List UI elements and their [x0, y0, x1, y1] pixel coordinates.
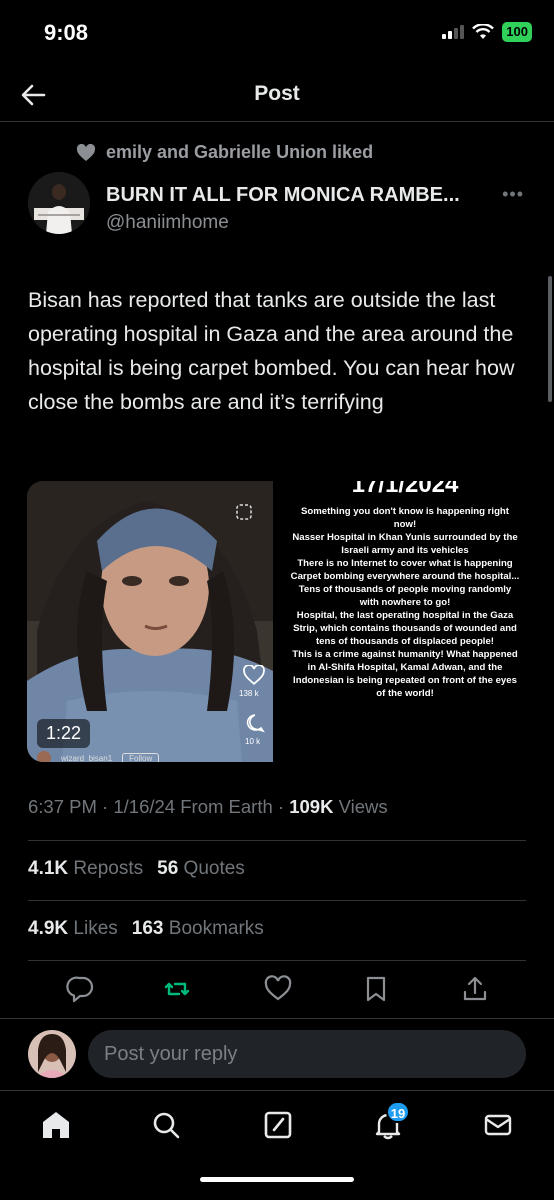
notifications-tab[interactable]: 19	[372, 1101, 410, 1141]
video-username-row: wizard_bisan1 Follow	[37, 751, 160, 763]
video-creator-avatar	[37, 751, 51, 762]
media-text-image: 17/1/2024 Something you don't know is ha…	[283, 481, 527, 762]
video-username: wizard_bisan1	[61, 753, 113, 763]
quotes-label: Quotes	[183, 858, 245, 879]
video-follow: Follow	[122, 752, 160, 762]
like-icon[interactable]	[263, 974, 293, 1004]
views-count: 109K	[289, 796, 334, 817]
page-title: Post	[254, 82, 300, 105]
notifications-badge: 19	[386, 1101, 410, 1123]
bookmarks-count: 163	[131, 918, 164, 939]
overlay-text-block: Something you don't know is happening ri…	[283, 505, 527, 700]
search-icon[interactable]	[150, 1109, 182, 1141]
likes-stat[interactable]: 4.9K Likes	[28, 918, 118, 940]
compose-icon[interactable]	[262, 1109, 294, 1141]
heart-icon	[76, 143, 96, 161]
social-context-text: emily and Gabrielle Union liked	[106, 142, 374, 162]
overlay-line: There is no Internet to cover what is ha…	[297, 558, 513, 569]
bookmarks-stat[interactable]: 163 Bookmarks	[132, 918, 264, 940]
divider	[28, 900, 526, 901]
overlay-line: Nasser Hospital in Khan Yunis surrounded…	[292, 532, 518, 556]
messages-icon[interactable]	[482, 1109, 514, 1141]
likes-label: Likes	[73, 918, 118, 939]
overlay-line: Hospital, the last operating hospital in…	[293, 610, 517, 647]
tweet-meta: 6:37 PM · 1/16/24 From Earth · 109K View…	[28, 796, 388, 817]
battery-indicator: 100	[502, 22, 532, 42]
overlay-date: 17/1/2024	[351, 481, 459, 498]
video-comment-count: 10 k	[245, 737, 261, 746]
cellular-signal-icon	[442, 25, 465, 39]
status-indicators: 100	[442, 22, 532, 42]
like-stats: 4.9K Likes 163 Bookmarks	[28, 918, 264, 940]
action-bar	[28, 970, 526, 1010]
tiktok-watermark-icon	[236, 504, 252, 520]
bottom-nav: 19	[0, 1090, 554, 1200]
divider	[28, 960, 526, 961]
reposts-label: Reposts	[73, 858, 144, 879]
repost-icon[interactable]	[162, 974, 192, 1004]
tweet-source: From Earth	[180, 796, 273, 817]
wifi-icon	[472, 24, 495, 39]
status-time: 9:08	[44, 20, 89, 45]
user-avatar[interactable]	[28, 1030, 76, 1078]
likes-count: 4.9K	[28, 918, 69, 939]
reply-composer	[0, 1018, 554, 1090]
scrollbar[interactable]	[548, 276, 552, 402]
overlay-line: This is a crime against humanity! What h…	[292, 649, 518, 699]
home-icon[interactable]	[40, 1109, 72, 1141]
video-like-icon	[243, 665, 265, 685]
video-comment-icon	[246, 714, 265, 733]
tweet-text: Bisan has reported that tanks are outsid…	[28, 288, 515, 414]
video-thumbnail[interactable]: 138 k 10 k 1:22 wizard_bisan1 Follow	[27, 481, 273, 762]
reposts-count: 4.1K	[28, 858, 69, 879]
tweet-time: 6:37 PM	[28, 796, 97, 817]
reply-input[interactable]	[88, 1030, 526, 1078]
bookmark-icon[interactable]	[361, 974, 391, 1004]
home-indicator	[200, 1177, 354, 1182]
author-handle[interactable]: @haniimhome	[106, 212, 229, 234]
overlay-line: Carpet bombing everywhere around the hos…	[290, 571, 520, 608]
status-bar: 9:08 100	[0, 0, 554, 66]
reply-icon[interactable]	[66, 974, 96, 1004]
views-label: Views	[338, 796, 388, 817]
author-avatar[interactable]	[28, 172, 90, 234]
repost-stats: 4.1K Reposts 56 Quotes	[28, 858, 245, 880]
overlay-line: Something you don't know is happening ri…	[300, 506, 509, 530]
author-name[interactable]: BURN IT ALL FOR MONICA RAMBE...	[106, 184, 460, 207]
quotes-count: 56	[157, 858, 179, 879]
more-options-icon[interactable]: •••	[502, 184, 524, 205]
divider	[28, 840, 526, 841]
bookmarks-label: Bookmarks	[168, 918, 264, 939]
share-icon[interactable]	[460, 974, 490, 1004]
tweet-date: 1/16/24	[113, 796, 176, 817]
social-context[interactable]: emily and Gabrielle Union liked	[76, 142, 373, 163]
video-like-count: 138 k	[239, 689, 259, 698]
post-header: Post	[0, 66, 554, 122]
quotes-stat[interactable]: 56 Quotes	[157, 858, 245, 880]
video-duration: 1:22	[37, 719, 91, 748]
tweet-media[interactable]: 138 k 10 k 1:22 wizard_bisan1 Follow 17/…	[27, 481, 527, 762]
reposts-stat[interactable]: 4.1K Reposts	[28, 858, 143, 880]
